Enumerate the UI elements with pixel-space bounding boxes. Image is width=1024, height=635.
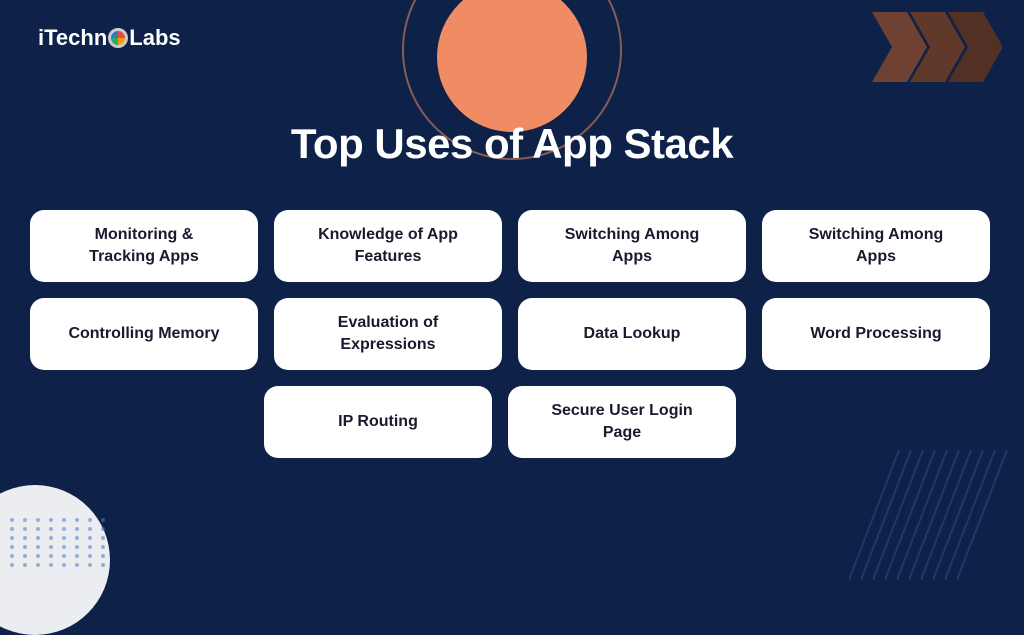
deco-lines-svg — [849, 450, 1009, 580]
dot — [49, 554, 53, 558]
logo-text-part2: Labs — [129, 25, 180, 51]
dot — [36, 563, 40, 567]
cards-grid: Monitoring &Tracking Apps Knowledge of A… — [30, 210, 994, 474]
dot — [36, 536, 40, 540]
dot — [62, 554, 66, 558]
card-controlling-memory[interactable]: Controlling Memory — [30, 298, 258, 370]
card-knowledge-app-features[interactable]: Knowledge of AppFeatures — [274, 210, 502, 282]
dot — [75, 536, 79, 540]
dot — [49, 527, 53, 531]
dot — [23, 527, 27, 531]
card-word-processing[interactable]: Word Processing — [762, 298, 990, 370]
dot — [75, 545, 79, 549]
dot — [75, 527, 79, 531]
dot — [36, 554, 40, 558]
dot — [75, 554, 79, 558]
card-knowledge-app-features-label: Knowledge of AppFeatures — [318, 224, 458, 267]
card-monitoring-tracking[interactable]: Monitoring &Tracking Apps — [30, 210, 258, 282]
dot — [49, 518, 53, 522]
card-ip-routing-label: IP Routing — [338, 411, 418, 433]
card-switching-among-apps-2-label: Switching AmongApps — [809, 224, 944, 267]
dot — [36, 545, 40, 549]
dot — [10, 545, 14, 549]
dot — [62, 536, 66, 540]
logo: iTechn Labs — [38, 25, 181, 51]
logo-text-part1: iTechn — [38, 25, 107, 51]
dot — [62, 545, 66, 549]
card-word-processing-label: Word Processing — [810, 323, 941, 345]
card-ip-routing[interactable]: IP Routing — [264, 386, 492, 458]
dot — [10, 536, 14, 540]
dot — [101, 527, 105, 531]
dot — [101, 563, 105, 567]
cards-row-3: IP Routing Secure User LoginPage — [30, 386, 994, 458]
dot — [10, 554, 14, 558]
dot — [88, 545, 92, 549]
chevrons-svg — [872, 12, 1002, 82]
deco-chevrons-top-right — [872, 12, 1002, 82]
card-monitoring-tracking-label: Monitoring &Tracking Apps — [89, 224, 199, 267]
dot — [10, 518, 14, 522]
dot — [23, 518, 27, 522]
card-switching-among-apps-1[interactable]: Switching AmongApps — [518, 210, 746, 282]
dot — [23, 536, 27, 540]
dot — [10, 527, 14, 531]
card-controlling-memory-label: Controlling Memory — [68, 323, 219, 345]
dot — [101, 554, 105, 558]
dot — [49, 563, 53, 567]
dot — [88, 554, 92, 558]
page-title: Top Uses of App Stack — [0, 120, 1024, 168]
deco-dots-bottom-left: (function(){ const container = document.… — [10, 518, 109, 567]
card-evaluation-expressions-label: Evaluation ofExpressions — [338, 312, 438, 355]
logo-circle-icon — [108, 28, 128, 48]
cards-row-2: Controlling Memory Evaluation ofExpressi… — [30, 298, 994, 370]
dot — [101, 545, 105, 549]
dot — [75, 518, 79, 522]
dot — [23, 545, 27, 549]
dot — [36, 527, 40, 531]
dot — [88, 527, 92, 531]
dot — [88, 563, 92, 567]
card-data-lookup-label: Data Lookup — [584, 323, 681, 345]
dot — [62, 518, 66, 522]
dot — [62, 563, 66, 567]
card-secure-user-login-label: Secure User LoginPage — [551, 400, 692, 443]
dot — [36, 518, 40, 522]
deco-lines-bottom-right — [849, 450, 1009, 585]
dot — [88, 518, 92, 522]
dot — [101, 518, 105, 522]
dot — [101, 536, 105, 540]
dot — [10, 563, 14, 567]
dot — [88, 536, 92, 540]
card-secure-user-login[interactable]: Secure User LoginPage — [508, 386, 736, 458]
card-switching-among-apps-2[interactable]: Switching AmongApps — [762, 210, 990, 282]
card-switching-among-apps-1-label: Switching AmongApps — [565, 224, 700, 267]
dot — [62, 527, 66, 531]
dot — [23, 554, 27, 558]
cards-row-1: Monitoring &Tracking Apps Knowledge of A… — [30, 210, 994, 282]
dot — [49, 536, 53, 540]
dot — [49, 545, 53, 549]
card-data-lookup[interactable]: Data Lookup — [518, 298, 746, 370]
dot — [75, 563, 79, 567]
dot — [23, 563, 27, 567]
card-evaluation-expressions[interactable]: Evaluation ofExpressions — [274, 298, 502, 370]
